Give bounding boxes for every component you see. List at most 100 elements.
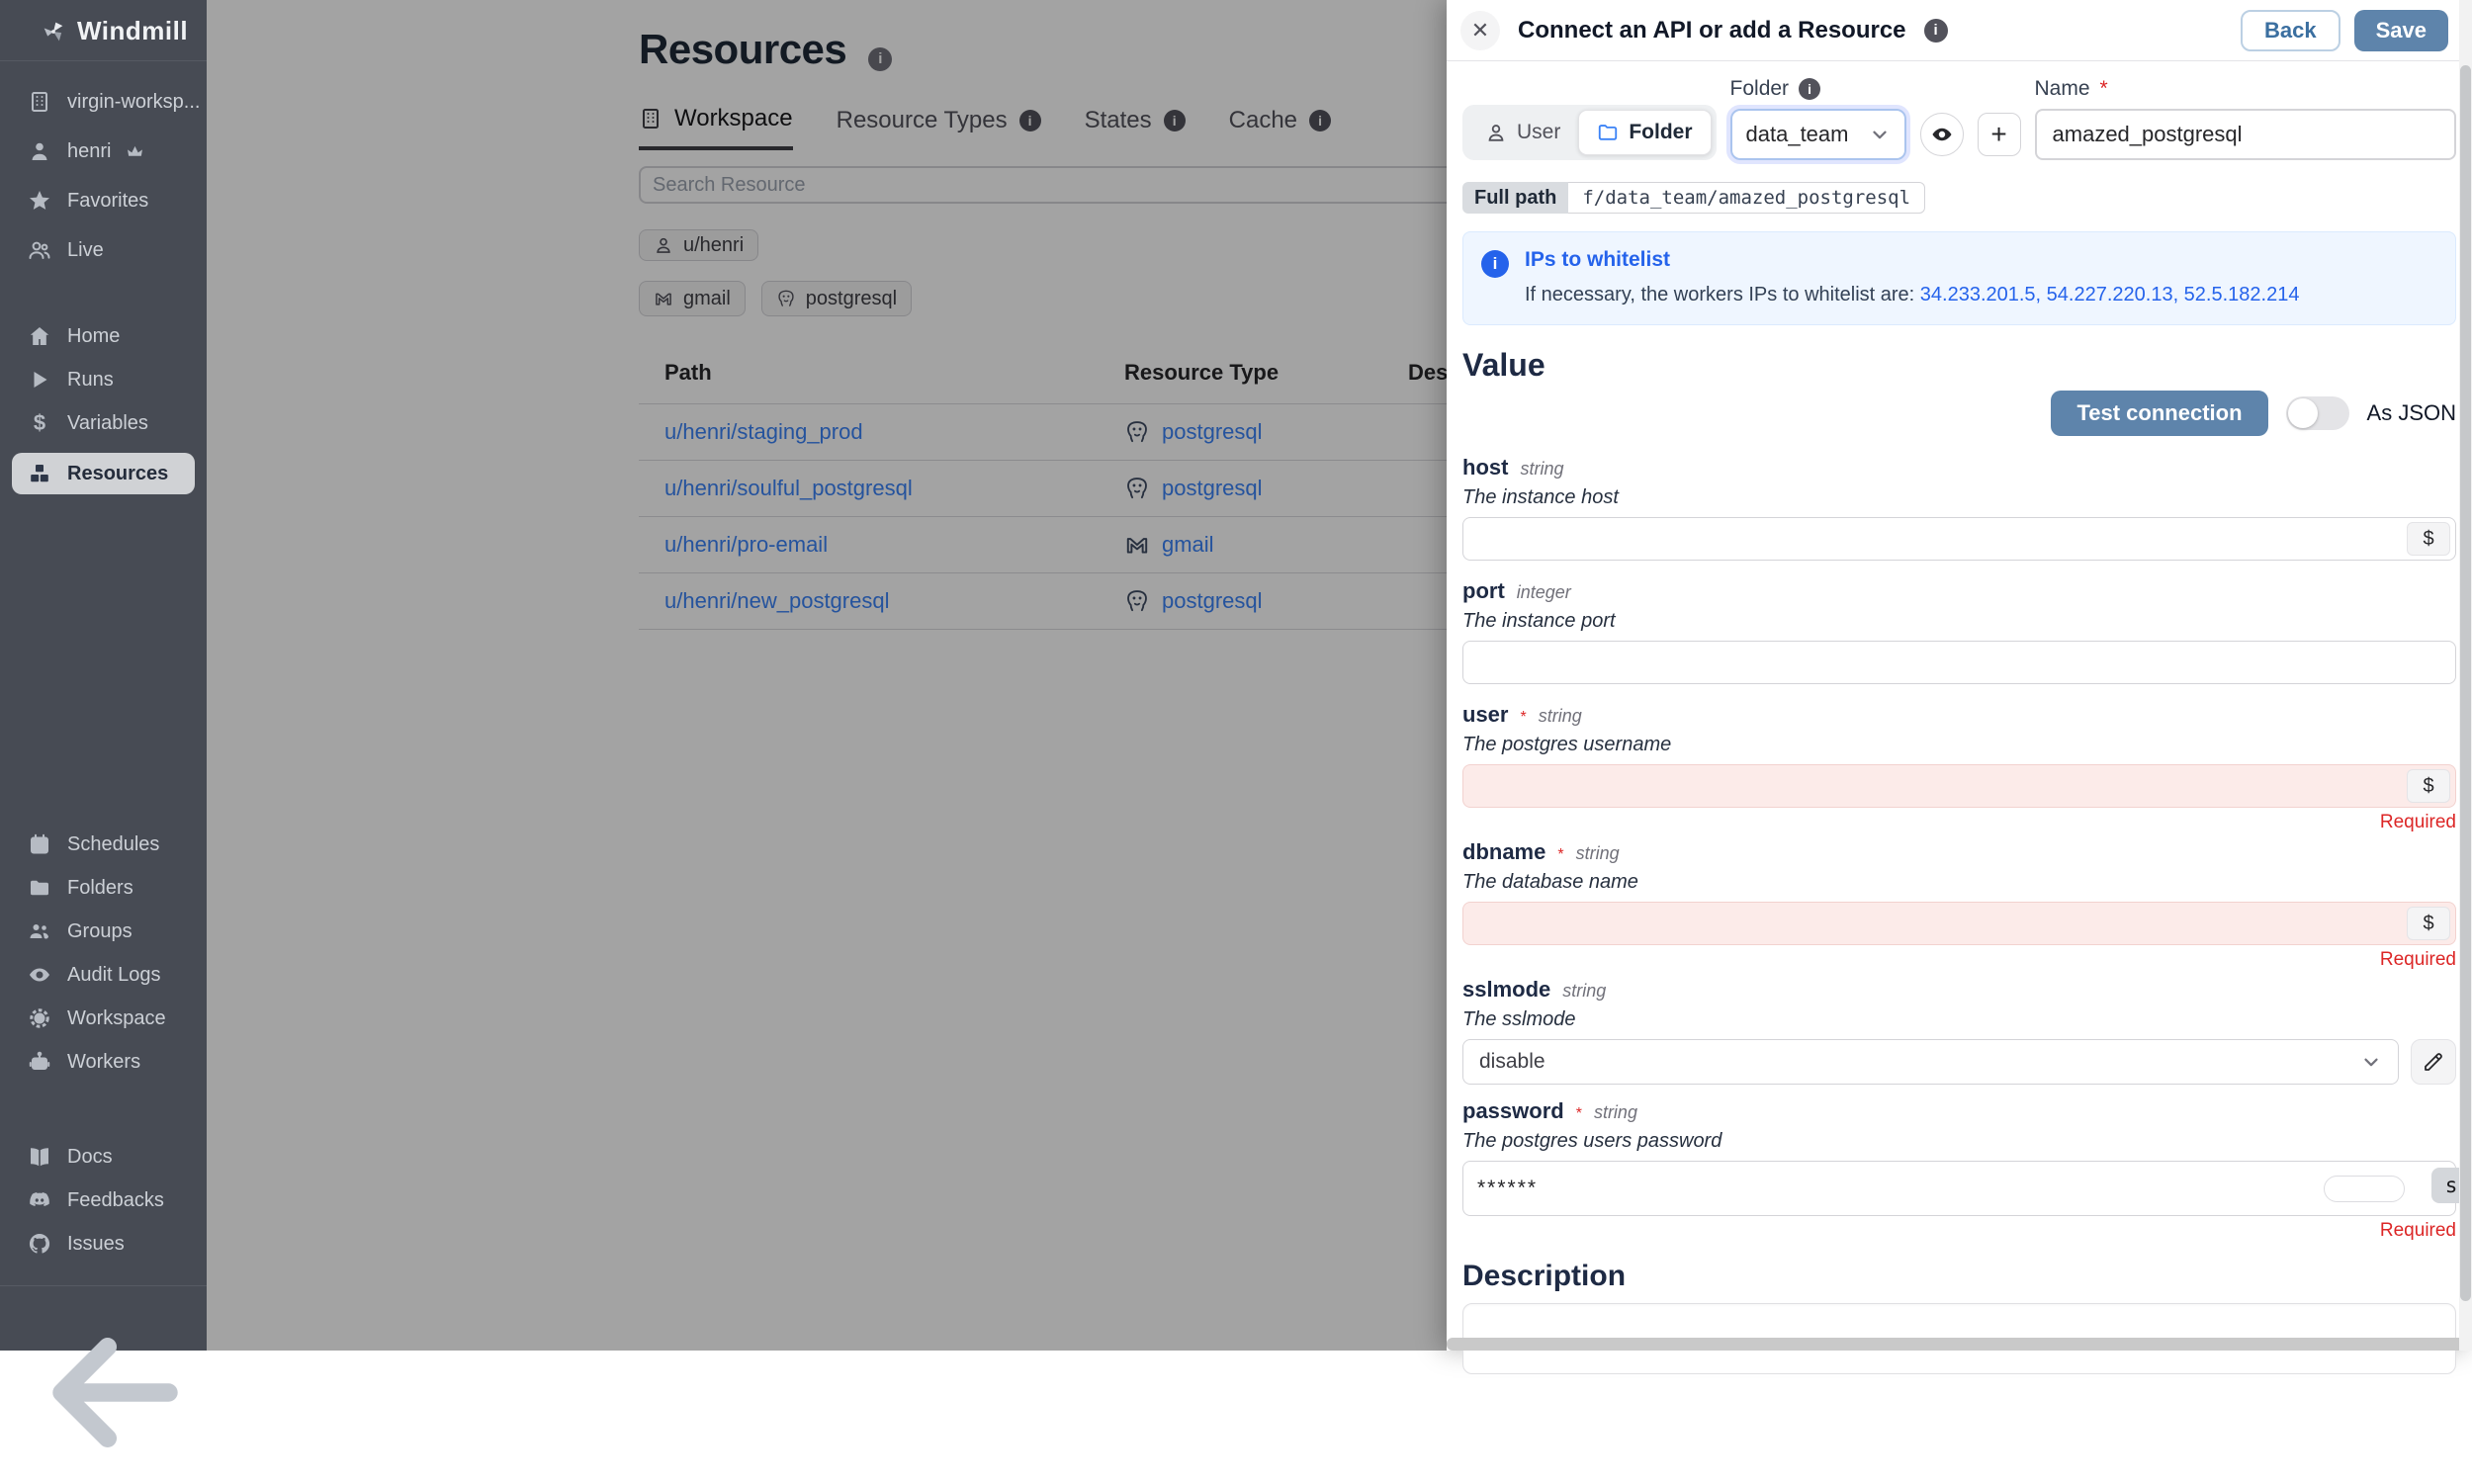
boxes-icon — [28, 462, 51, 485]
field-user: user*string The postgres username $ Requ… — [1462, 702, 2456, 833]
owner-kind-user[interactable]: User — [1467, 110, 1578, 155]
sidebar-item-label: Resources — [67, 463, 168, 485]
sidebar-item-label: Folders — [67, 877, 133, 900]
sidebar-item-folders[interactable]: Folders — [0, 866, 207, 910]
field-type: string — [1520, 459, 1563, 480]
sidebar-item-favorites[interactable]: Favorites — [0, 176, 207, 225]
sidebar-item-groups[interactable]: Groups — [0, 910, 207, 953]
home-icon — [28, 324, 51, 348]
eye-icon — [28, 963, 51, 987]
group-icon — [28, 919, 51, 943]
windmill-logo-text: Windmill — [77, 16, 188, 46]
sidebar-item-feedbacks[interactable]: Feedbacks — [0, 1178, 207, 1222]
field-dbname: dbname*string The database name $ Requir… — [1462, 839, 2456, 971]
sidebar-item-runs[interactable]: Runs — [0, 358, 207, 401]
user-name: henri — [67, 140, 111, 163]
chevron-down-icon — [2360, 1051, 2382, 1073]
required-error-label: Required — [1462, 1220, 2456, 1242]
field-type: string — [1594, 1102, 1637, 1123]
user-input[interactable] — [1462, 764, 2456, 808]
eye-icon — [1930, 123, 1954, 146]
back-button[interactable]: Back — [2241, 10, 2340, 51]
scrollbar-thumb[interactable] — [2460, 65, 2471, 1301]
sidebar-item-label: Variables — [67, 412, 148, 435]
github-icon — [28, 1232, 51, 1256]
folder-icon — [1597, 122, 1619, 143]
sidebar: Windmill virgin-worksp... henri Favorite… — [0, 0, 207, 1351]
toggle-knob — [2288, 398, 2318, 428]
sidebar-item-resources[interactable]: Resources — [12, 453, 195, 494]
field-name: port — [1462, 578, 1505, 604]
sslmode-select[interactable]: disable — [1462, 1039, 2399, 1085]
arrow-left-icon — [24, 1301, 207, 1484]
sidebar-item-user[interactable]: henri — [0, 127, 207, 176]
folder-select[interactable]: data_team — [1730, 109, 1906, 160]
discord-icon — [28, 1188, 51, 1212]
sidebar-item-workspace-selector[interactable]: virgin-worksp... — [0, 77, 207, 127]
save-button[interactable]: Save — [2354, 10, 2448, 51]
sidebar-item-variables[interactable]: $ Variables — [0, 401, 207, 445]
sidebar-item-issues[interactable]: Issues — [0, 1222, 207, 1266]
sidebar-item-label: Live — [67, 239, 104, 262]
add-folder-button[interactable]: + — [1978, 113, 2021, 156]
user-icon — [28, 139, 51, 163]
field-description: The sslmode — [1462, 1008, 2456, 1031]
required-star: * — [1557, 846, 1563, 864]
ips-callout-text: If necessary, the workers IPs to whiteli… — [1525, 284, 1920, 306]
required-star: * — [2100, 77, 2108, 101]
dbname-input[interactable] — [1462, 902, 2456, 945]
close-icon[interactable] — [1460, 11, 1500, 50]
sidebar-item-label: Audit Logs — [67, 964, 161, 987]
port-input[interactable] — [1462, 641, 2456, 684]
insert-variable-button[interactable]: $ — [2407, 769, 2450, 803]
sidebar-item-label: Workers — [67, 1051, 140, 1074]
description-section-heading: Description — [1462, 1260, 2456, 1293]
calendar-icon — [28, 832, 51, 856]
password-reveal-pill[interactable] — [2324, 1176, 2405, 1202]
vertical-scrollbar[interactable] — [2459, 0, 2472, 1351]
required-star: * — [1576, 1105, 1582, 1123]
segment-label: Folder — [1629, 121, 1692, 144]
chevron-down-icon — [1869, 124, 1891, 145]
sidebar-item-workspace-settings[interactable]: Workspace — [0, 997, 207, 1040]
ips-list-link[interactable]: 34.233.201.5, 54.227.220.13, 52.5.182.21… — [1920, 284, 2300, 306]
edit-sslmode-button[interactable] — [2411, 1039, 2456, 1085]
field-type: string — [1576, 843, 1620, 864]
owner-kind-folder[interactable]: Folder — [1578, 110, 1711, 155]
name-input[interactable] — [2035, 109, 2456, 160]
crown-icon — [127, 143, 143, 160]
field-description: The instance host — [1462, 486, 2456, 509]
insert-variable-button[interactable]: $ — [2407, 907, 2450, 940]
sidebar-item-live[interactable]: Live — [0, 225, 207, 275]
sidebar-item-schedules[interactable]: Schedules — [0, 823, 207, 866]
test-connection-button[interactable]: Test connection — [2051, 391, 2267, 436]
field-name: password — [1462, 1098, 1564, 1124]
field-description: The postgres username — [1462, 734, 2456, 756]
sidebar-item-workers[interactable]: Workers — [0, 1040, 207, 1084]
sidebar-item-label: Schedules — [67, 833, 159, 856]
ips-callout-title: IPs to whitelist — [1525, 248, 2299, 272]
dollar-icon: $ — [28, 411, 51, 435]
folder-field-label: Folder — [1730, 77, 1790, 101]
segment-label: User — [1517, 121, 1560, 144]
sidebar-collapse-button[interactable] — [24, 1301, 207, 1484]
horizontal-scrollbar[interactable] — [1447, 1338, 2459, 1351]
sidebar-item-label: Issues — [67, 1233, 125, 1256]
as-json-toggle[interactable] — [2286, 396, 2349, 430]
field-description: The postgres users password — [1462, 1130, 2456, 1153]
view-folder-button[interactable] — [1920, 113, 1964, 156]
sslmode-select-value: disable — [1479, 1050, 1545, 1074]
sidebar-item-home[interactable]: Home — [0, 314, 207, 358]
folder-icon — [28, 876, 51, 900]
insert-variable-button[interactable]: $ — [2407, 522, 2450, 556]
windmill-logo[interactable]: Windmill — [0, 0, 207, 60]
password-input[interactable] — [1462, 1161, 2456, 1216]
required-error-label: Required — [1462, 949, 2456, 971]
sidebar-item-label: Feedbacks — [67, 1189, 164, 1212]
sidebar-item-audit-logs[interactable]: Audit Logs — [0, 953, 207, 997]
sidebar-item-label: Runs — [67, 369, 114, 392]
full-path-value: f/data_team/amazed_postgresql — [1568, 182, 1925, 214]
field-port: portinteger The instance port — [1462, 578, 2456, 684]
sidebar-item-docs[interactable]: Docs — [0, 1135, 207, 1178]
host-input[interactable] — [1462, 517, 2456, 561]
